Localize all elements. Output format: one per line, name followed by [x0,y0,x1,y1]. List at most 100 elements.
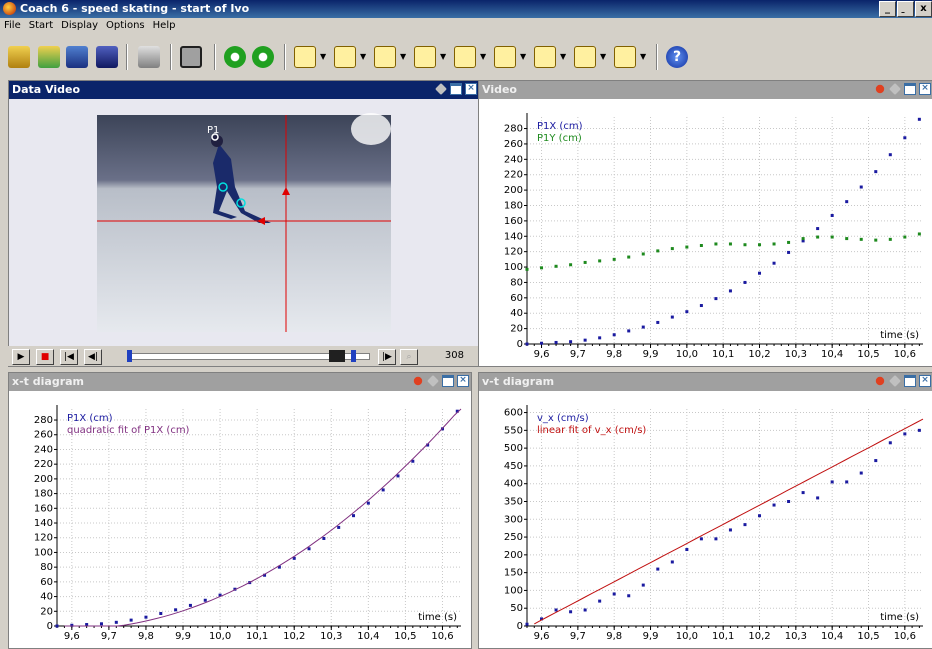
close-button[interactable]: x [915,1,932,17]
x-tick-label: 10,6 [894,349,916,360]
data-point [569,340,573,344]
restore-button[interactable]: ̱ [897,1,914,17]
graph-icon[interactable] [374,46,396,68]
print-icon[interactable] [138,46,160,68]
slider-start-marker[interactable] [127,350,132,362]
save-icon[interactable] [66,46,88,68]
legend-entry: P1X (cm) [67,413,113,424]
wrench-icon[interactable] [889,375,901,387]
data-point [787,499,791,503]
close-icon[interactable]: × [919,375,931,387]
close-icon[interactable]: × [919,83,931,95]
close-icon[interactable]: × [465,83,477,95]
stop-icon[interactable] [252,46,274,68]
data-point [670,315,674,319]
video-frame[interactable]: P1 [9,99,479,366]
vt-diagram-title: v-t diagram [482,375,555,388]
magic-icon[interactable] [875,376,885,386]
table-icon[interactable] [414,46,436,68]
first-frame-button[interactable]: |◀ [60,349,78,365]
data-point [830,213,834,217]
save-disk-icon[interactable] [96,46,118,68]
chevron-down-icon[interactable]: ▼ [400,52,406,61]
start-icon[interactable] [224,46,246,68]
chevron-down-icon[interactable]: ▼ [560,52,566,61]
wrench-icon[interactable] [427,375,439,387]
skater-head [211,135,223,147]
slider-end-marker[interactable] [351,350,356,362]
meter-icon[interactable] [334,46,356,68]
next-frame-button[interactable]: |▶ [378,349,396,365]
data-point [656,320,660,324]
zoom-icon[interactable]: ⌕ [400,349,418,365]
maximize-icon[interactable] [450,83,462,95]
video-icon[interactable] [534,46,556,68]
previous-frame-button[interactable]: ◀| [84,349,102,365]
maximize-icon[interactable] [442,375,454,387]
film-icon[interactable] [180,46,202,68]
open-folder-icon[interactable] [8,46,30,68]
toolbar: ▼ ▼ ▼ ▼ ▼ ▼ ▼ ▼ ▼ ? [0,36,932,79]
chevron-down-icon[interactable]: ▼ [360,52,366,61]
data-point [743,280,747,284]
data-point [758,243,762,247]
stop-button[interactable]: ■ [36,349,54,365]
magic-icon[interactable] [413,376,423,386]
chevron-down-icon[interactable]: ▼ [640,52,646,61]
sensor-icon[interactable] [574,46,596,68]
help-icon[interactable]: ? [666,46,688,68]
data-point [583,260,587,264]
x-tick-label: 10,5 [857,631,879,642]
fit-line [534,418,924,625]
x-tick-label: 10,4 [821,349,843,360]
x-tick-label: 10,2 [748,631,770,642]
close-icon[interactable]: × [457,375,469,387]
data-point [830,480,834,484]
y-tick-label: 80 [40,562,53,573]
data-point [366,501,370,505]
data-point [598,599,602,603]
note-icon[interactable] [614,46,636,68]
play-button[interactable]: ▶ [12,349,30,365]
x-tick-label: 10,2 [283,631,305,642]
video-image [97,115,391,332]
wrench-icon[interactable] [889,83,901,95]
menu-display[interactable]: Display [57,18,102,36]
x-tick-label: 10,3 [785,349,807,360]
menu-file[interactable]: File [0,18,25,36]
data-point [144,615,148,619]
x-tick-label: 10,5 [394,631,416,642]
slider-thumb[interactable] [329,350,345,362]
data-point [787,240,791,244]
wrench-icon[interactable] [435,83,447,95]
y-tick-label: 260 [504,139,523,150]
arena-light [351,113,391,145]
frame-slider[interactable] [127,350,370,362]
diagram-icon[interactable] [294,46,316,68]
video-graph-header: Video × [479,81,932,99]
video-graph[interactable]: 0 20 40 60 80 100 120 140 160 180 200 220 240 260 280 9… [479,99,932,366]
data-point [598,259,602,263]
magic-icon[interactable] [875,84,885,94]
y-tick-label: 550 [504,425,523,436]
chevron-down-icon[interactable]: ▼ [520,52,526,61]
text-icon[interactable] [454,46,476,68]
minimize-button[interactable]: _ [879,1,896,17]
open-activity-icon[interactable] [38,46,60,68]
chevron-down-icon[interactable]: ▼ [320,52,326,61]
y-tick-label: 20 [40,606,53,617]
maximize-icon[interactable] [904,375,916,387]
picture-icon[interactable] [494,46,516,68]
menu-help[interactable]: Help [149,18,180,36]
data-point [114,620,118,624]
vt-graph[interactable]: 0 50 100 150 200 250 300 350 400 450 500 550 600 9,6 9… [479,391,932,648]
chevron-down-icon[interactable]: ▼ [480,52,486,61]
data-point [612,592,616,596]
chevron-down-icon[interactable]: ▼ [600,52,606,61]
xt-graph[interactable]: 0 20 40 60 80 100 120 140 160 180 200 220 240 260 280 9… [9,391,471,648]
menu-options[interactable]: Options [102,18,149,36]
maximize-icon[interactable] [904,83,916,95]
data-point [381,488,385,492]
menu-start[interactable]: Start [25,18,57,36]
chevron-down-icon[interactable]: ▼ [440,52,446,61]
